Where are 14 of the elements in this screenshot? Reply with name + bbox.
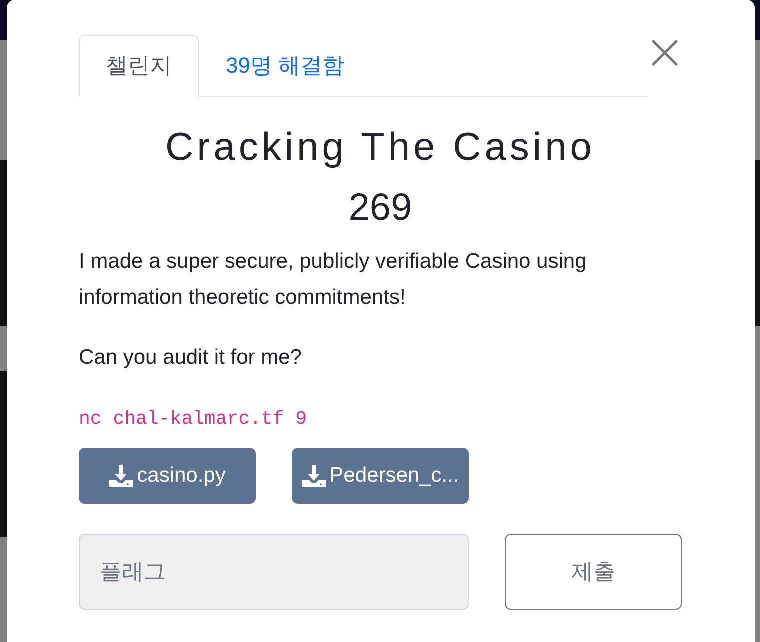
description-text: I made a super secure, publicly verifiable Casino using information theoretic commitments! [79,249,588,311]
submit-button[interactable]: 제출 [505,534,682,610]
file-download-button[interactable]: casino.py [79,448,256,504]
download-icon [109,465,134,487]
close-icon [652,40,678,66]
connection-command: nc chal-kalmarc.tf 9 [79,407,308,431]
description-text: Can you audit it for me? [79,345,303,371]
file-download-button[interactable]: Pedersen_c... [292,448,469,504]
tab[interactable]: 39명 해결함 [199,35,372,97]
tab[interactable]: 챌린지 [79,35,199,97]
flag-input[interactable]: 플래그 [79,534,469,610]
challenge-points: 269 [348,186,414,230]
challenge-title: Cracking The Casino [164,125,596,171]
download-icon [302,465,326,487]
